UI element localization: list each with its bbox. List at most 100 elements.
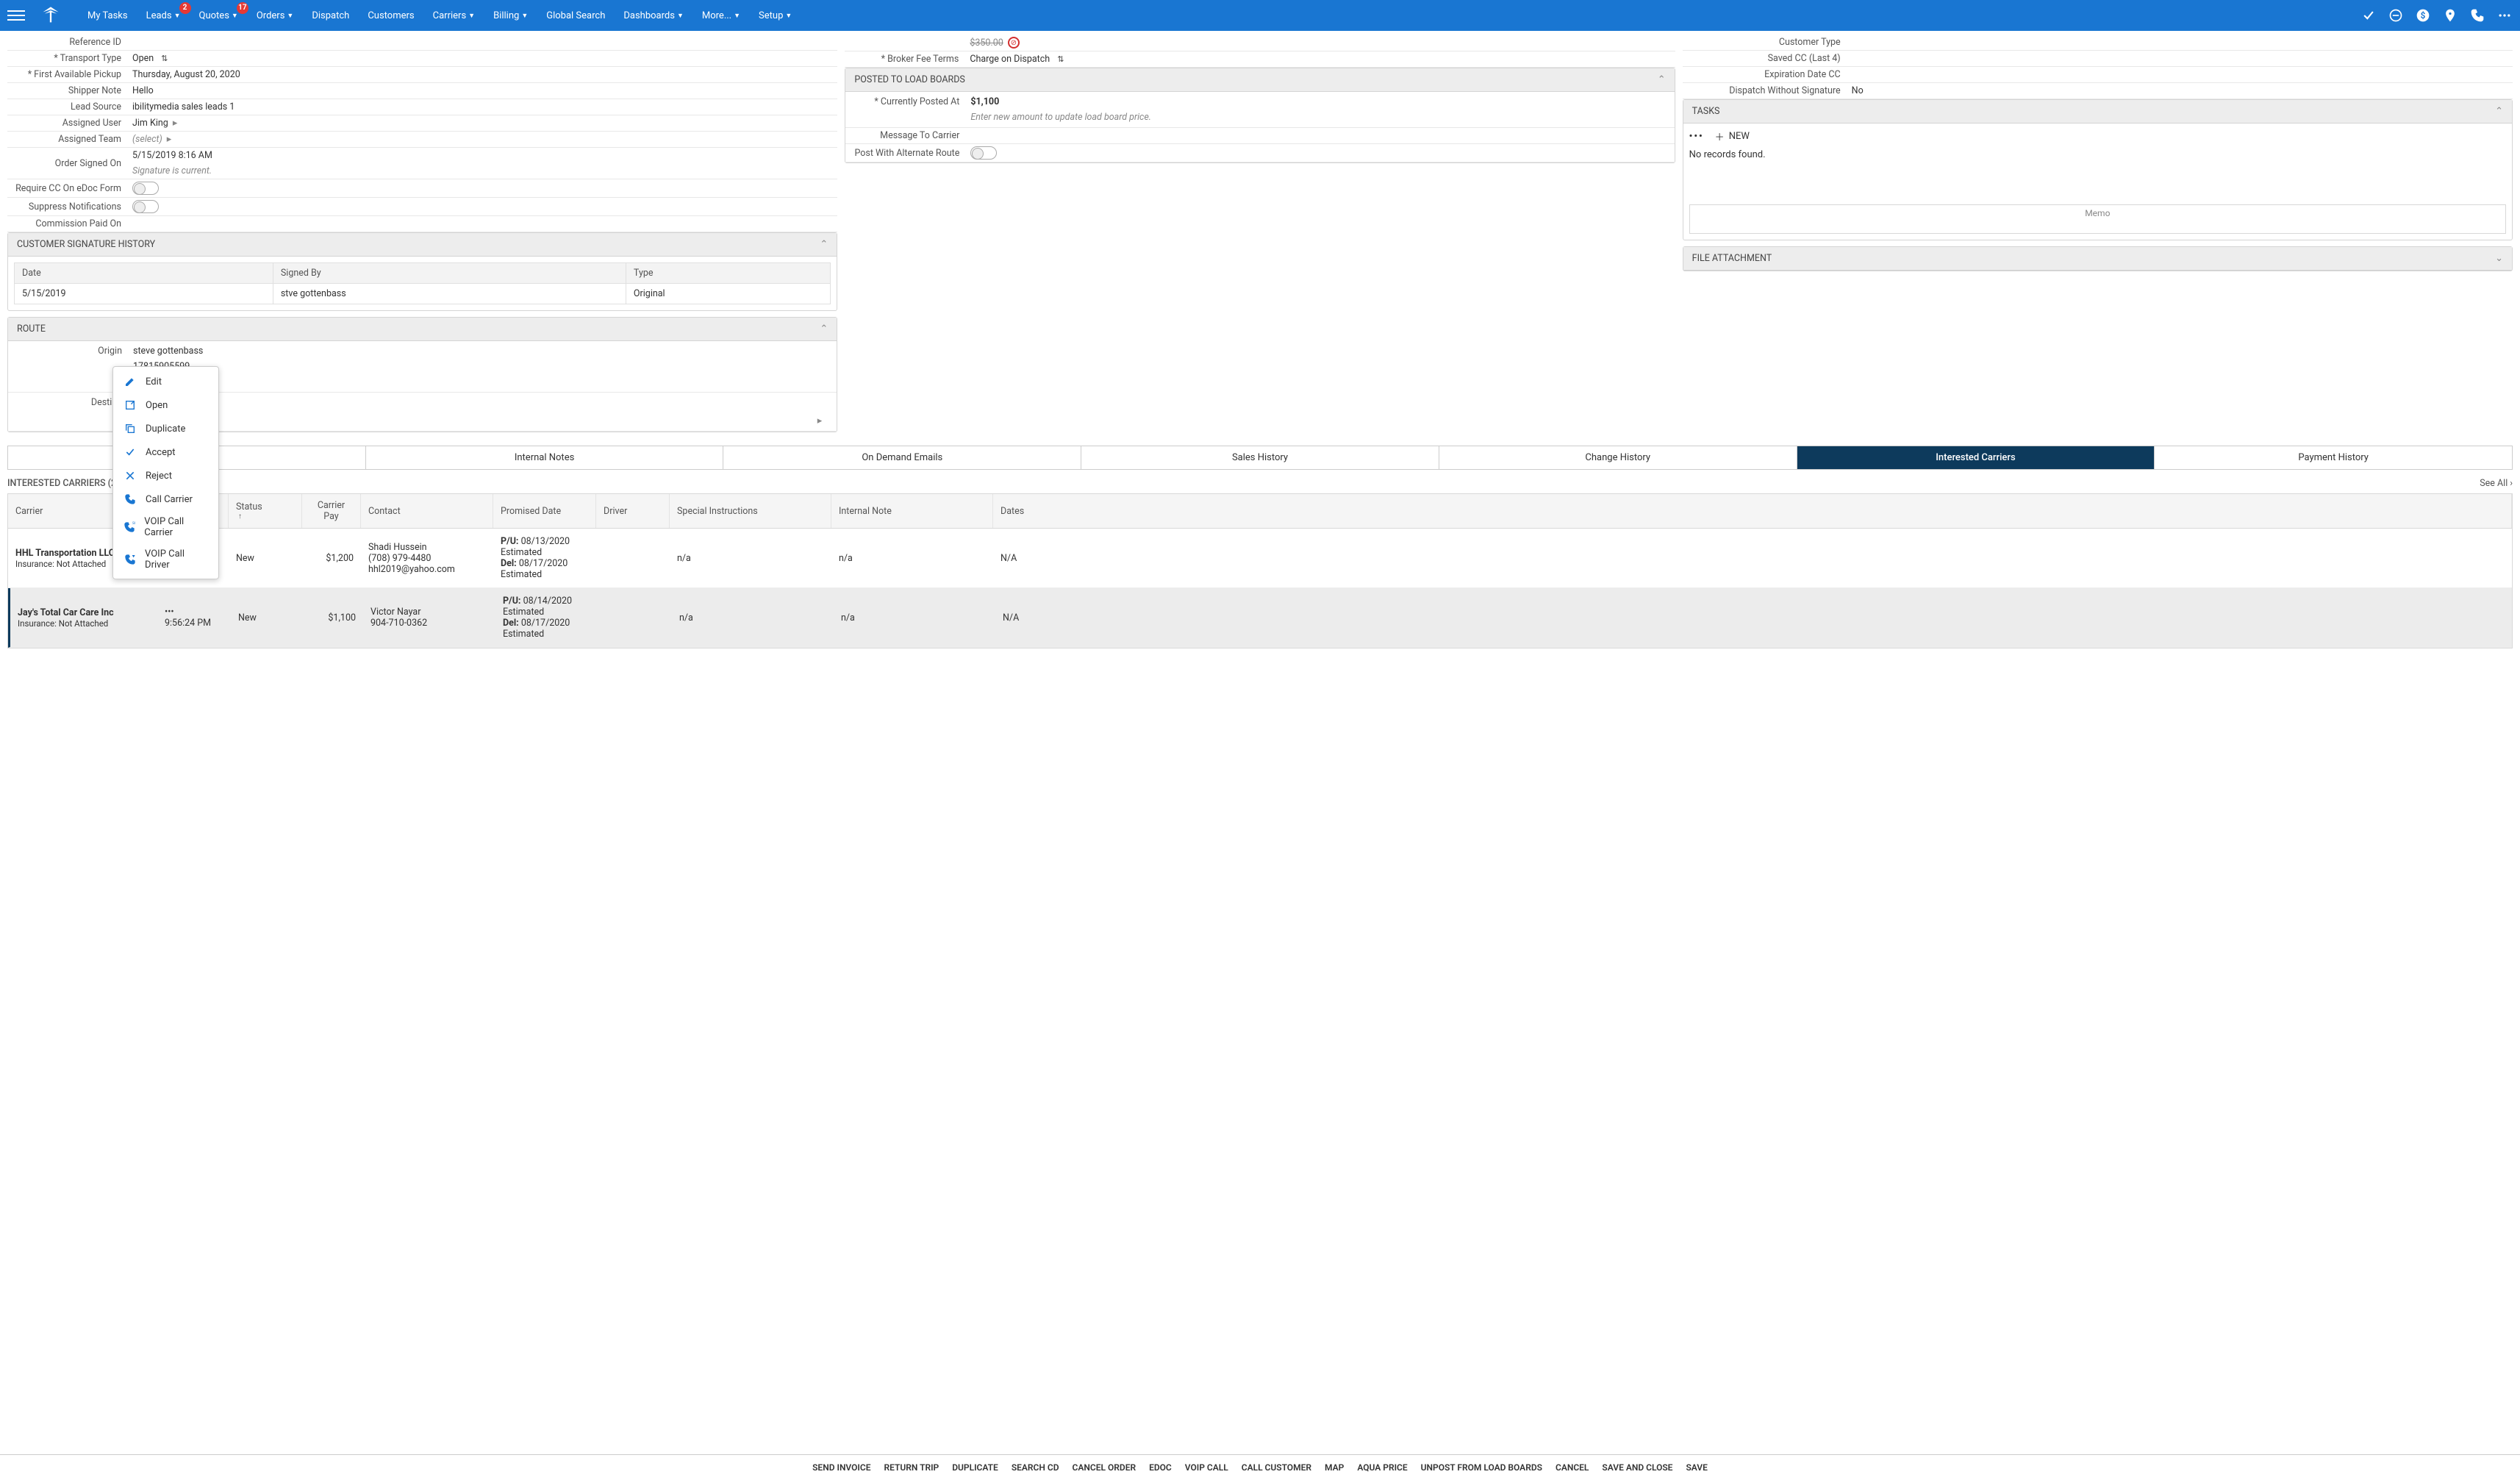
- nav-orders[interactable]: Orders▼: [249, 7, 301, 25]
- nav-mytasks[interactable]: My Tasks: [80, 7, 135, 25]
- posted-header[interactable]: POSTED TO LOAD BOARDS⌃: [845, 68, 1674, 92]
- table-row[interactable]: 5/15/2019 stve gottenbass Original: [15, 284, 831, 304]
- caret-down-icon: ▼: [468, 12, 475, 20]
- footer-unpost-from-load-boards[interactable]: UNPOST FROM LOAD BOARDS: [1421, 1462, 1542, 1473]
- destination-value[interactable]: ▸: [133, 397, 837, 426]
- nav-dispatch[interactable]: Dispatch: [304, 7, 357, 25]
- chevron-up-icon: ⌃: [820, 323, 828, 335]
- col-dates[interactable]: Dates: [993, 494, 2512, 528]
- tab-on-demand-emails[interactable]: On Demand Emails: [723, 446, 1081, 469]
- ctx-voip-call-driver[interactable]: VOIP Call Driver: [113, 543, 218, 576]
- footer-call-customer[interactable]: CALL CUSTOMER: [1242, 1462, 1311, 1473]
- memo-field[interactable]: Memo: [1689, 204, 2506, 234]
- footer-search-cd[interactable]: SEARCH CD: [1012, 1462, 1059, 1473]
- footer-return-trip[interactable]: RETURN TRIP: [884, 1462, 939, 1473]
- col-promised[interactable]: Promised Date: [493, 494, 596, 528]
- nav-globalsearch[interactable]: Global Search: [539, 7, 612, 25]
- shipper-note-value[interactable]: Hello: [132, 85, 837, 96]
- footer-duplicate[interactable]: DUPLICATE: [952, 1462, 998, 1473]
- assigned-team-value[interactable]: (select)▸: [132, 134, 837, 145]
- tab-interested-carriers[interactable]: Interested Carriers: [1797, 446, 2155, 469]
- col-driver[interactable]: Driver: [596, 494, 670, 528]
- context-menu: EditOpenDuplicateAcceptRejectCall Carrie…: [112, 366, 219, 579]
- file-attach-header[interactable]: FILE ATTACHMENT⌄: [1683, 247, 2512, 271]
- ctx-duplicate[interactable]: Duplicate: [113, 417, 218, 440]
- ctx-reject[interactable]: Reject: [113, 464, 218, 487]
- first-pickup-value[interactable]: Thursday, August 20, 2020: [132, 69, 837, 80]
- lead-source-label: Lead Source: [7, 101, 132, 112]
- col-special[interactable]: Special Instructions: [670, 494, 831, 528]
- tab-sales-history[interactable]: Sales History: [1081, 446, 1439, 469]
- see-all-link[interactable]: See All ›: [2480, 478, 2513, 489]
- more-horizontal-icon[interactable]: [2496, 7, 2513, 24]
- footer-edoc[interactable]: EDOC: [1149, 1462, 1172, 1473]
- require-cc-toggle[interactable]: [132, 182, 159, 195]
- dispatch-wo-sig-value[interactable]: No: [1852, 85, 2513, 96]
- nav-quotes[interactable]: Quotes▼17: [192, 7, 246, 25]
- sig-history-header[interactable]: CUSTOMER SIGNATURE HISTORY⌃: [8, 233, 837, 257]
- tab-internal-notes[interactable]: Internal Notes: [366, 446, 724, 469]
- footer-send-invoice[interactable]: SEND INVOICE: [812, 1462, 870, 1473]
- footer-save-and-close[interactable]: SAVE AND CLOSE: [1602, 1462, 1672, 1473]
- table-row[interactable]: Jay's Total Car Care IncInsurance: Not A…: [8, 588, 2512, 648]
- ctx-accept[interactable]: Accept: [113, 440, 218, 464]
- app-logo[interactable]: [36, 4, 65, 26]
- carriers-title[interactable]: INTERESTED CARRIERS (2) ▾: [7, 477, 126, 489]
- currently-posted-value[interactable]: $1,100 Enter new amount to update load b…: [970, 96, 1674, 123]
- nav-billing[interactable]: Billing▼: [486, 7, 535, 25]
- caret-down-icon: ▼: [521, 12, 528, 20]
- tasks-empty: No records found.: [1689, 149, 2506, 160]
- alt-route-toggle[interactable]: [970, 146, 997, 160]
- footer-actions: SEND INVOICE RETURN TRIP DUPLICATE SEARCH C…: [0, 1454, 2520, 1480]
- phone-icon[interactable]: [2469, 7, 2485, 24]
- table-row[interactable]: HHL Transportation LLCInsurance: Not Att…: [8, 529, 2512, 588]
- ctx-call-carrier[interactable]: Call Carrier: [113, 487, 218, 511]
- nav-leads[interactable]: Leads▼2: [139, 7, 188, 25]
- nav-carriers[interactable]: Carriers▼: [426, 7, 482, 25]
- nav-customers[interactable]: Customers: [360, 7, 421, 25]
- tasks-header[interactable]: TASKS⌃: [1683, 100, 2512, 124]
- location-pin-icon[interactable]: [2442, 7, 2458, 24]
- tasks-new-button[interactable]: ＋NEW: [1715, 129, 1750, 143]
- file-attach-panel: FILE ATTACHMENT⌄: [1683, 246, 2513, 271]
- check-icon[interactable]: [2360, 7, 2377, 24]
- ctx-voip-call-carrier[interactable]: SIPVOIP Call Carrier: [113, 511, 218, 543]
- broker-fee-value: $350.00⊘: [970, 37, 1675, 49]
- tab-change-history[interactable]: Change History: [1439, 446, 1797, 469]
- col-note[interactable]: Internal Note: [831, 494, 993, 528]
- caret-down-icon: ▼: [174, 12, 181, 20]
- more-icon[interactable]: •••: [165, 607, 223, 618]
- origin-label: Origin: [8, 346, 133, 357]
- footer-save[interactable]: SAVE: [1686, 1462, 1707, 1473]
- first-pickup-label: * First Available Pickup: [7, 69, 132, 80]
- tab-payment-history[interactable]: Payment History: [2155, 446, 2512, 469]
- footer-cancel-order[interactable]: CANCEL ORDER: [1073, 1462, 1136, 1473]
- footer-cancel[interactable]: CANCEL: [1556, 1462, 1589, 1473]
- ctx-open[interactable]: Open: [113, 393, 218, 417]
- col-status[interactable]: Status↑: [229, 494, 302, 528]
- shipper-note-label: Shipper Note: [7, 85, 132, 96]
- voip-call-carrier-icon: SIP: [124, 521, 135, 534]
- minus-circle-icon[interactable]: [2388, 7, 2404, 24]
- assigned-user-value[interactable]: Jim King▸: [132, 118, 837, 129]
- hamburger-menu-icon[interactable]: [7, 7, 25, 24]
- footer-map[interactable]: MAP: [1325, 1462, 1344, 1473]
- transport-type-value[interactable]: Open⇅: [132, 53, 837, 64]
- chevron-up-icon: ⌃: [820, 239, 828, 250]
- broker-fee-terms-value[interactable]: Charge on Dispatch⇅: [970, 54, 1675, 65]
- nav-dashboards[interactable]: Dashboards▼: [616, 7, 691, 25]
- assigned-user-label: Assigned User: [7, 118, 132, 129]
- route-header[interactable]: ROUTE⌃: [8, 318, 837, 341]
- dollar-icon[interactable]: $: [2415, 7, 2431, 24]
- col-pay[interactable]: Carrier Pay: [302, 494, 361, 528]
- origin-value[interactable]: steve gottenbass 17815905599 Tempe, AZ 8…: [133, 346, 837, 387]
- nav-setup[interactable]: Setup▼: [751, 7, 799, 25]
- footer-voip-call[interactable]: VOIP CALL: [1185, 1462, 1228, 1473]
- nav-more[interactable]: More...▼: [695, 7, 748, 25]
- tasks-more-icon[interactable]: •••: [1689, 131, 1704, 142]
- lead-source-value[interactable]: ibilitymedia sales leads 1: [132, 101, 837, 112]
- ctx-edit[interactable]: Edit: [113, 370, 218, 393]
- footer-aqua-price[interactable]: AQUA PRICE: [1357, 1462, 1407, 1473]
- suppress-toggle[interactable]: [132, 200, 159, 213]
- col-contact[interactable]: Contact: [361, 494, 493, 528]
